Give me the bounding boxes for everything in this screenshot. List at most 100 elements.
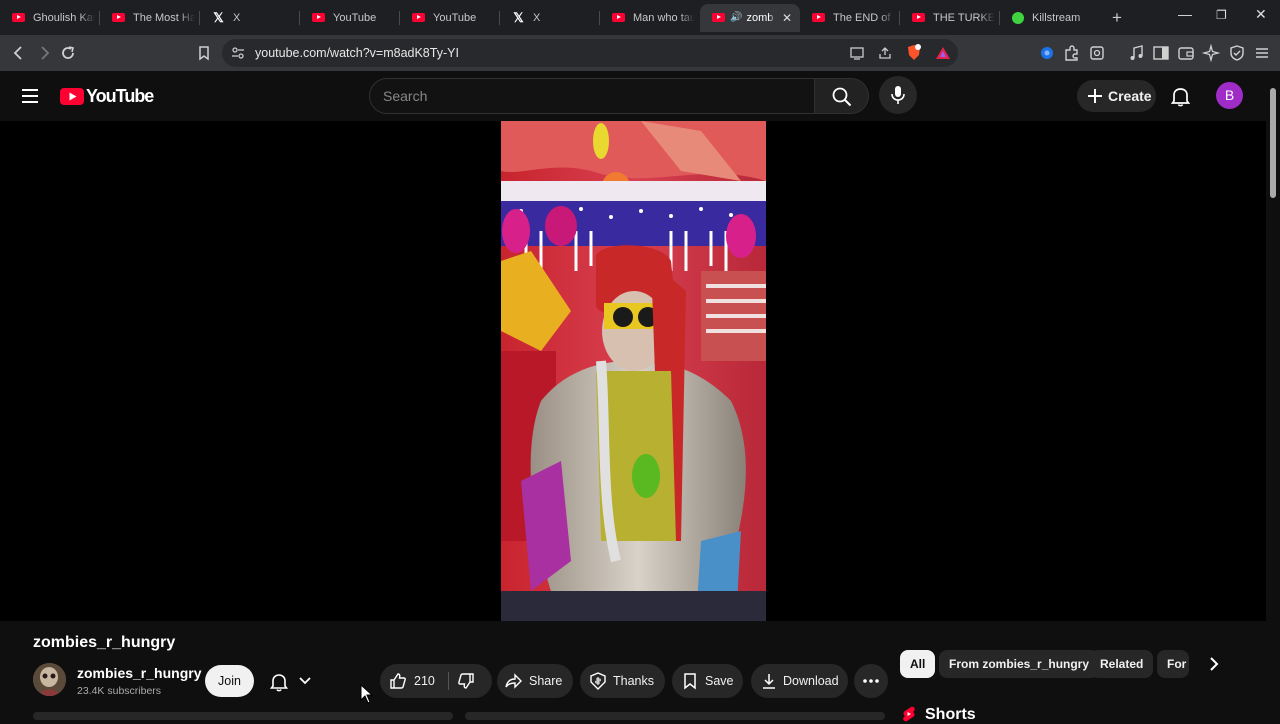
like-dislike-group: 210 xyxy=(380,664,492,698)
comment-box[interactable] xyxy=(465,712,885,720)
search-icon xyxy=(832,87,852,107)
bookmark-icon[interactable] xyxy=(195,44,213,62)
scrollbar-thumb[interactable] xyxy=(1270,88,1276,198)
tab-close-icon[interactable]: ✕ xyxy=(782,11,792,25)
chip-for-you[interactable]: For xyxy=(1157,650,1189,678)
video-frame-image xyxy=(501,121,766,621)
youtube-favicon-icon xyxy=(12,13,25,22)
youtube-logo-icon[interactable] xyxy=(60,88,84,105)
share-arrow-icon xyxy=(505,673,522,689)
notifications-bell-icon[interactable] xyxy=(1171,86,1190,107)
share-page-icon[interactable] xyxy=(878,46,892,60)
new-tab-button[interactable]: + xyxy=(1112,8,1122,28)
video-frame[interactable] xyxy=(501,121,766,621)
close-window-button[interactable]: ✕ xyxy=(1255,6,1267,23)
search-button[interactable] xyxy=(815,78,869,114)
more-horizontal-icon xyxy=(863,679,879,683)
back-arrow-icon[interactable] xyxy=(10,44,28,62)
url-text[interactable]: youtube.com/watch?v=m8adK8Ty-YI xyxy=(255,46,459,60)
browser-tab-active[interactable]: 🔊 zomb ✕ xyxy=(700,3,800,32)
dislike-button[interactable] xyxy=(449,664,492,698)
reader-mode-icon[interactable] xyxy=(1088,44,1106,62)
youtube-favicon-icon xyxy=(412,13,425,22)
youtube-header: YouTube Search Create B xyxy=(0,71,1280,121)
x-favicon-icon: 𝕏 xyxy=(213,9,224,25)
browser-tab[interactable]: YouTube xyxy=(300,4,400,32)
share-button[interactable]: Share xyxy=(497,664,573,698)
extensions-puzzle-icon[interactable] xyxy=(1063,44,1081,62)
browser-tab[interactable]: Ghoulish Kar xyxy=(0,4,100,32)
brave-shields-icon[interactable] xyxy=(906,44,922,62)
cast-icon[interactable] xyxy=(850,46,864,60)
download-icon xyxy=(763,674,775,689)
audio-playing-icon[interactable]: 🔊 xyxy=(730,12,742,23)
thanks-button[interactable]: Thanks xyxy=(580,664,665,698)
wallet-icon[interactable] xyxy=(1177,44,1195,62)
browser-tab[interactable]: THE TURKEY xyxy=(900,4,1000,32)
plus-icon xyxy=(1088,89,1102,103)
extension-blue-icon[interactable] xyxy=(1038,44,1056,62)
reload-icon[interactable] xyxy=(59,44,77,62)
youtube-favicon-icon xyxy=(812,13,825,22)
create-button[interactable]: Create xyxy=(1077,80,1156,112)
video-title: zombies_r_hungry xyxy=(33,634,176,651)
channel-avatar[interactable] xyxy=(33,663,66,696)
hamburger-menu-icon[interactable] xyxy=(21,88,39,104)
media-controls-icon[interactable] xyxy=(1128,44,1146,62)
video-player[interactable] xyxy=(0,121,1266,621)
youtube-logo-text[interactable]: YouTube xyxy=(86,86,154,107)
vpn-shield-icon[interactable] xyxy=(1228,44,1246,62)
join-button[interactable]: Join xyxy=(205,665,254,697)
address-bar[interactable]: youtube.com/watch?v=m8adK8Ty-YI xyxy=(222,39,958,67)
mouse-cursor-icon xyxy=(360,684,374,704)
browser-tab[interactable]: The Most Hat xyxy=(100,4,200,32)
voice-search-button[interactable] xyxy=(879,76,917,114)
more-actions-button[interactable] xyxy=(854,664,888,698)
youtube-favicon-icon xyxy=(712,13,725,22)
subscription-bell-icon[interactable] xyxy=(270,672,288,692)
save-bookmark-icon xyxy=(684,673,696,690)
thumbs-down-icon xyxy=(458,673,474,689)
channel-name[interactable]: zombies_r_hungry xyxy=(77,665,201,681)
minimize-window-button[interactable]: — xyxy=(1178,6,1192,22)
chip-all[interactable]: All xyxy=(900,650,936,678)
page-scrollbar[interactable] xyxy=(1266,71,1280,720)
chip-related[interactable]: Related xyxy=(1090,650,1154,678)
chevron-right-icon[interactable] xyxy=(1207,656,1221,672)
x-favicon-icon: 𝕏 xyxy=(513,9,524,25)
youtube-favicon-icon xyxy=(312,13,325,22)
like-button[interactable]: 210 xyxy=(380,664,448,698)
super-thanks-icon xyxy=(590,672,606,690)
channel-avatar-image xyxy=(33,663,66,696)
youtube-favicon-icon xyxy=(912,13,925,22)
user-avatar[interactable]: B xyxy=(1216,82,1243,109)
browser-tab[interactable]: Killstream xyxy=(1000,4,1100,32)
brave-rewards-icon[interactable] xyxy=(935,45,951,61)
chevron-down-icon[interactable] xyxy=(298,676,312,686)
browser-tab[interactable]: The END of L xyxy=(800,4,900,32)
youtube-favicon-icon xyxy=(112,13,125,22)
thumbs-up-icon xyxy=(390,673,406,689)
microphone-icon xyxy=(891,86,905,104)
description-box[interactable] xyxy=(33,712,453,720)
search-input[interactable]: Search xyxy=(369,78,815,114)
save-button[interactable]: Save xyxy=(672,664,743,698)
leo-ai-icon[interactable] xyxy=(1202,44,1220,62)
browser-menu-icon[interactable] xyxy=(1253,44,1271,62)
sidebar-toggle-icon[interactable] xyxy=(1152,44,1170,62)
browser-tab[interactable]: 𝕏X xyxy=(500,4,600,32)
download-button[interactable]: Download xyxy=(751,664,848,698)
restore-window-button[interactable]: ❐ xyxy=(1216,8,1227,22)
browser-tab[interactable]: YouTube xyxy=(400,4,500,32)
browser-tab[interactable]: 𝕏X xyxy=(200,4,300,32)
browser-tab[interactable]: Man who tau xyxy=(600,4,700,32)
browser-tab-strip: Ghoulish Kar The Most Hat 𝕏X YouTube You… xyxy=(0,0,1280,35)
chip-from-channel[interactable]: From zombies_r_hungry xyxy=(939,650,1100,678)
kick-favicon-icon xyxy=(1012,11,1024,24)
site-settings-icon[interactable] xyxy=(231,46,245,60)
shorts-heading: Shorts xyxy=(925,706,976,723)
forward-arrow-icon[interactable] xyxy=(35,44,53,62)
subscriber-count: 23.4K subscribers xyxy=(77,685,162,697)
youtube-favicon-icon xyxy=(612,13,625,22)
browser-toolbar: youtube.com/watch?v=m8adK8Ty-YI xyxy=(0,35,1280,71)
